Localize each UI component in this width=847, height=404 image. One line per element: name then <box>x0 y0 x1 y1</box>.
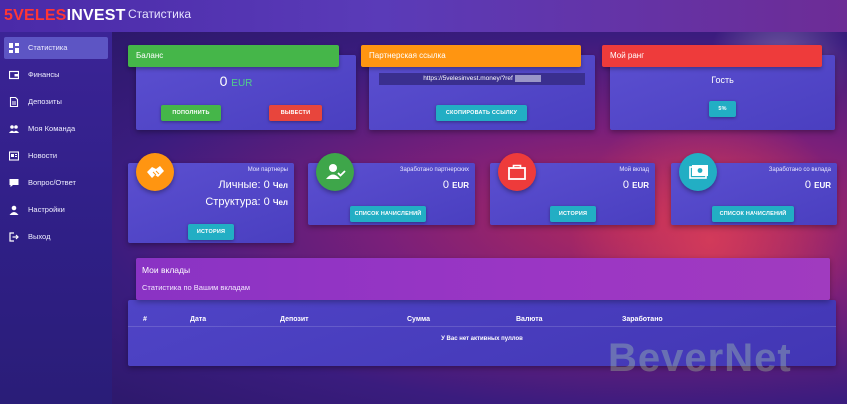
partner-earnings-card: Заработано партнерских 0 EUR СПИСОК НАЧИ… <box>308 153 475 225</box>
sidebar-item-label: Новости <box>28 151 58 160</box>
referral-card: Партнерская ссылка https://5velesinvest.… <box>361 45 595 130</box>
my-deposit-currency: EUR <box>632 181 649 190</box>
partner-earnings-list-button[interactable]: СПИСОК НАЧИСЛЕНИЙ <box>350 206 426 222</box>
column-header-currency: Валюта <box>516 316 543 323</box>
my-deposit-round-badge <box>498 153 536 191</box>
referral-card-title: Партнерская ссылка <box>361 45 581 67</box>
sidebar-item-label: Настройки <box>28 205 65 214</box>
sidebar-item-statistics[interactable]: Статистика <box>4 37 108 59</box>
partners-structure-unit: Чел <box>272 198 288 207</box>
referral-link-field[interactable]: https://5velesinvest.money/?ref <box>379 73 585 85</box>
user-icon <box>9 205 19 215</box>
partners-personal-label: Личные: <box>218 179 261 191</box>
partners-history-button[interactable]: ИСТОРИЯ <box>188 224 234 240</box>
partners-personal-unit: Чел <box>272 181 288 190</box>
deposits-panel-header: Мои вклады Статистика по Вашим вкладам <box>136 258 830 300</box>
redacted-ref-code <box>514 74 541 82</box>
sidebar-item-faq[interactable]: Вопрос/Ответ <box>4 172 108 194</box>
partners-personal-row: Личные: 0 Чел <box>218 179 288 191</box>
partner-earnings-round-badge <box>316 153 354 191</box>
sidebar-item-label: Статистика <box>28 43 68 52</box>
sidebar-item-label: Выход <box>28 232 51 241</box>
partners-round-badge <box>136 153 174 191</box>
partners-card: Мои партнеры Личные: 0 Чел Структура: 0 … <box>128 153 294 243</box>
sidebar-item-settings[interactable]: Настройки <box>4 199 108 221</box>
column-header-amount: Сумма <box>407 316 431 323</box>
my-deposit-caption: Мой вклад <box>619 167 649 173</box>
column-header-earned: Заработано <box>622 316 663 323</box>
handshake-icon <box>147 166 164 178</box>
rank-value: Гость <box>711 75 734 85</box>
partners-structure-row: Структура: 0 Чел <box>205 196 288 208</box>
document-icon <box>9 97 19 107</box>
partner-earnings-value: 0 <box>442 179 450 191</box>
deposits-panel-subtitle: Статистика по Вашим вкладам <box>142 283 251 292</box>
sidebar-item-label: Финансы <box>28 70 60 79</box>
logout-icon <box>9 232 19 242</box>
deposit-earnings-list-button[interactable]: СПИСОК НАЧИСЛЕНИЙ <box>712 206 794 222</box>
balance-currency: EUR <box>231 78 253 89</box>
logo-part-1: 5VELES <box>4 7 67 24</box>
withdraw-button[interactable]: ВЫВЕСТИ <box>269 105 322 121</box>
team-icon <box>9 125 19 133</box>
cash-icon <box>689 165 708 179</box>
balance-amount-row: 0 EUR <box>136 73 336 89</box>
sidebar-item-label: Моя Команда <box>28 124 76 133</box>
partners-caption: Мои партнеры <box>247 167 288 173</box>
sidebar-item-label: Вопрос/Ответ <box>28 178 76 187</box>
my-deposit-card: Мой вклад 0 EUR ИСТОРИЯ <box>490 153 655 225</box>
deposit-earnings-row: 0 EUR <box>805 179 831 191</box>
deposit-earnings-card: Заработано со вклада 0 EUR СПИСОК НАЧИСЛ… <box>671 153 837 225</box>
partner-earnings-currency: EUR <box>452 181 469 190</box>
sidebar-item-team[interactable]: Моя Команда <box>4 118 108 140</box>
partners-personal-value: 0 <box>263 179 270 191</box>
rank-percent-button[interactable]: 5% <box>709 101 736 117</box>
briefcase-icon <box>508 164 526 180</box>
partners-structure-value: 0 <box>263 196 270 208</box>
deposit-earnings-round-badge <box>679 153 717 191</box>
user-check-icon <box>326 164 346 179</box>
sidebar-item-news[interactable]: Новости <box>4 145 108 167</box>
deposit-earnings-value: 0 <box>804 179 812 191</box>
dashboard-icon <box>9 43 19 53</box>
rank-card: Мой ранг Гость 5% <box>602 45 835 130</box>
deposit-earnings-caption: Заработано со вклада <box>768 167 831 173</box>
sidebar-item-finance[interactable]: Финансы <box>4 64 108 86</box>
sidebar-item-deposits[interactable]: Депозиты <box>4 91 108 113</box>
rank-card-title: Мой ранг <box>602 45 822 67</box>
logo[interactable]: 5VELESINVEST <box>4 5 126 27</box>
partner-earnings-row: 0 EUR <box>443 179 469 191</box>
sidebar-item-label: Депозиты <box>28 97 62 106</box>
partner-earnings-caption: Заработано партнерских <box>399 167 469 173</box>
deposit-earnings-currency: EUR <box>814 181 831 190</box>
my-deposit-row: 0 EUR <box>623 179 649 191</box>
referral-link: https://5velesinvest.money/?ref <box>423 75 513 82</box>
balance-card-title: Баланс <box>128 45 339 67</box>
news-icon <box>9 151 19 161</box>
sidebar: Статистика Финансы Депозиты Моя Команда … <box>0 32 112 404</box>
partners-structure-label: Структура: <box>205 196 261 208</box>
watermark: BeverNet <box>608 336 792 380</box>
sidebar-item-logout[interactable]: Выход <box>4 226 108 248</box>
chat-icon <box>9 179 19 187</box>
my-deposit-history-button[interactable]: ИСТОРИЯ <box>550 206 596 222</box>
deposit-button[interactable]: ПОПОЛНИТЬ <box>161 105 221 121</box>
my-deposit-value: 0 <box>622 179 630 191</box>
balance-amount: 0 <box>219 73 228 89</box>
column-header-date: Дата <box>190 316 207 323</box>
column-header-deposit: Депозит <box>280 316 309 323</box>
table-divider <box>128 326 836 327</box>
page-title: Статистика <box>128 7 192 21</box>
copy-link-button[interactable]: СКОПИРОВАТЬ ССЫЛКУ <box>436 105 527 121</box>
column-header-number: # <box>143 316 147 323</box>
wallet-icon <box>9 70 19 80</box>
balance-card: Баланс 0 EUR ПОПОЛНИТЬ ВЫВЕСТИ <box>128 45 356 130</box>
deposits-panel-title: Мои вклады <box>142 265 191 275</box>
logo-part-2: INVEST <box>66 7 126 24</box>
